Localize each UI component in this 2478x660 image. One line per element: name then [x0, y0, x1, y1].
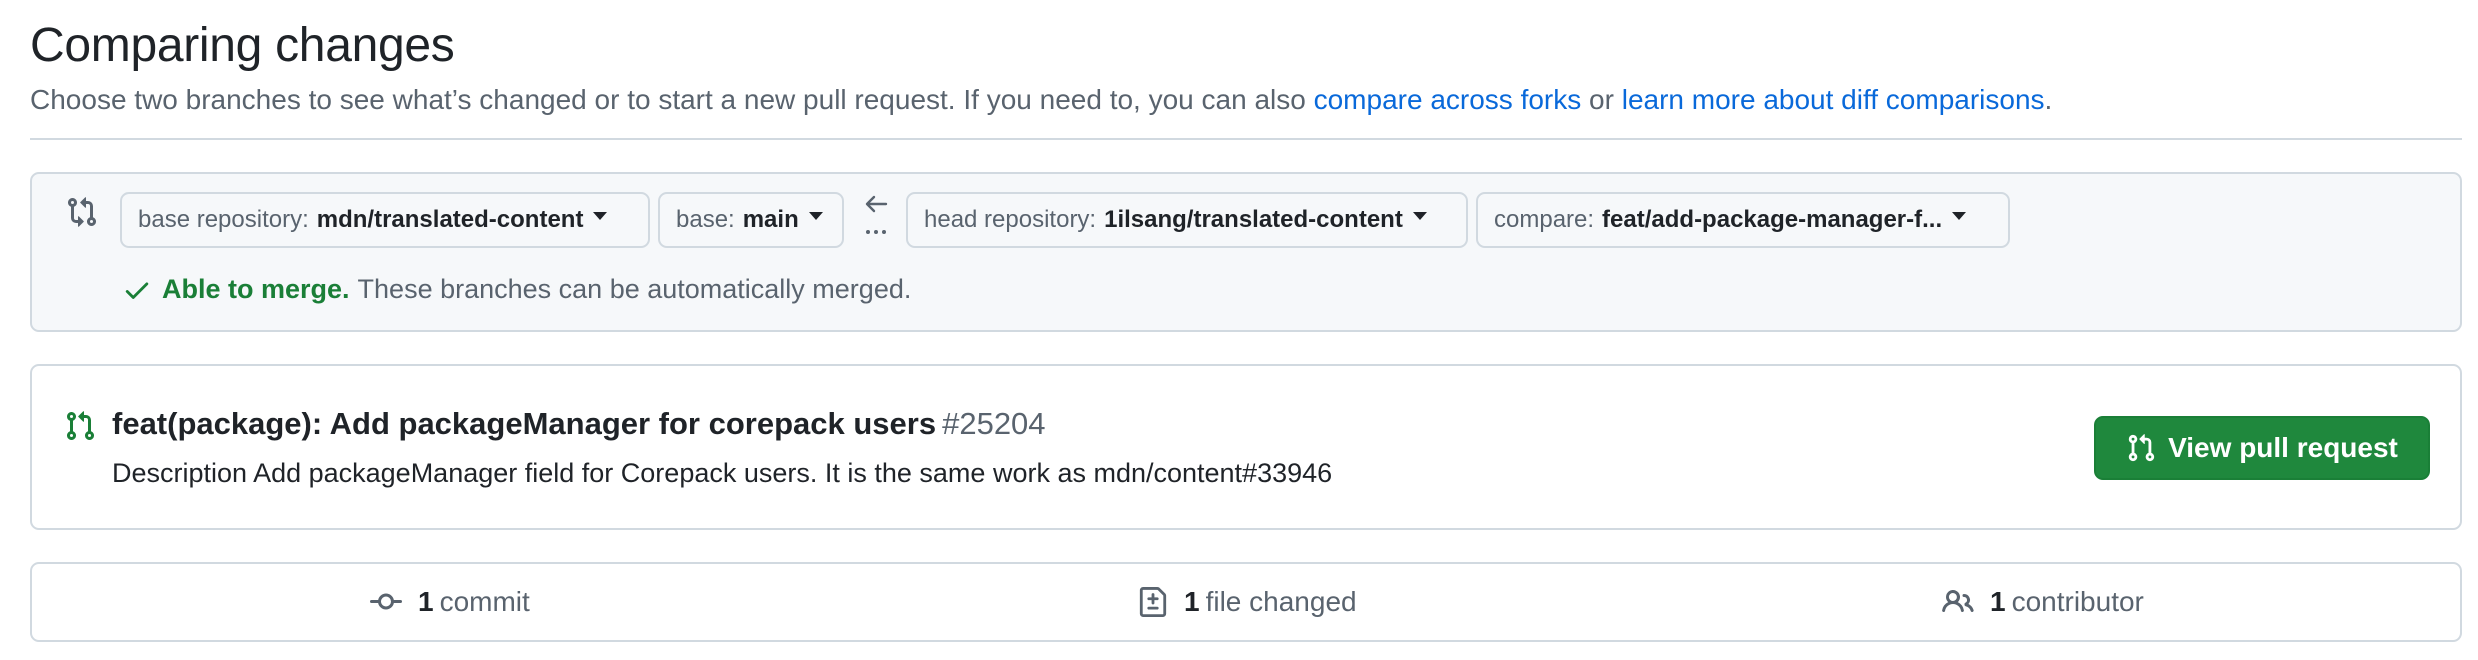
view-pull-request-button[interactable]: View pull request — [2094, 416, 2430, 480]
commits-stat[interactable]: 1 commit — [370, 564, 530, 640]
git-commit-icon — [370, 593, 402, 610]
base-branch-select[interactable]: base: main — [658, 192, 844, 248]
files-count: 1 — [1184, 586, 1200, 617]
contributors-label: contributor — [2011, 586, 2144, 617]
people-icon — [1942, 589, 1974, 613]
learn-diff-comparisons-link[interactable]: learn more about diff comparisons — [1622, 84, 2045, 115]
check-icon — [125, 282, 149, 299]
compare-branch-label: compare: — [1494, 206, 1595, 233]
git-compare-icon — [68, 197, 97, 227]
base-branch-value: main — [742, 206, 799, 233]
pull-request-description: Description Add packageManager field for… — [112, 458, 1333, 488]
files-changed-stat[interactable]: 1 file changed — [1138, 564, 1357, 640]
header-divider — [30, 138, 2462, 140]
merge-ok-text: Able to merge. — [162, 274, 350, 304]
compare-across-forks-link[interactable]: compare across forks — [1314, 84, 1582, 115]
base-branch-label: base: — [676, 206, 735, 233]
base-repository-label: base repository: — [138, 206, 309, 233]
pull-request-title[interactable]: feat(package): Add packageManager for co… — [112, 406, 1046, 442]
contributors-stat[interactable]: 1 contributor — [1942, 564, 2144, 640]
chevron-down-icon — [1412, 212, 1427, 220]
base-repository-value: mdn/translated-content — [316, 206, 584, 233]
git-pull-request-icon — [66, 411, 95, 441]
commits-label: commit — [439, 586, 530, 617]
merge-status: Able to merge. These branches can be aut… — [122, 274, 911, 305]
view-pull-request-label: View pull request — [2168, 432, 2398, 463]
merge-message: These branches can be automatically merg… — [357, 274, 912, 304]
pull-request-number: #25204 — [942, 406, 1046, 441]
arrow-left-icon — [865, 195, 888, 234]
description-middle: or — [1581, 84, 1622, 115]
head-repository-select[interactable]: head repository: 1ilsang/translated-cont… — [906, 192, 1468, 248]
range-editor: base repository: mdn/translated-content … — [30, 172, 2462, 332]
contributors-count: 1 — [1990, 586, 2006, 617]
chevron-down-icon — [808, 212, 823, 220]
comparison-stats: 1 commit 1 file changed 1 contributor — [30, 562, 2462, 642]
compare-branch-value: feat/add-package-manager-f... — [1602, 206, 1943, 233]
file-diff-icon — [1139, 587, 1167, 617]
description-suffix: . — [2044, 84, 2053, 115]
existing-pull-request: feat(package): Add packageManager for co… — [30, 364, 2462, 530]
commits-count: 1 — [418, 586, 434, 617]
chevron-down-icon — [593, 212, 608, 220]
files-label: file changed — [1205, 586, 1357, 617]
compare-branch-select[interactable]: compare: feat/add-package-manager-f... — [1476, 192, 2010, 248]
page-description: Choose two branches to see what’s change… — [30, 84, 2052, 116]
head-repository-value: 1ilsang/translated-content — [1104, 206, 1403, 233]
page-title: Comparing changes — [30, 19, 455, 72]
chevron-down-icon — [1952, 212, 1967, 220]
pull-request-title-text: feat(package): Add packageManager for co… — [112, 406, 937, 441]
git-pull-request-icon — [2128, 434, 2155, 462]
base-repository-select[interactable]: base repository: mdn/translated-content — [120, 192, 650, 248]
description-prefix: Choose two branches to see what’s change… — [30, 84, 1314, 115]
head-repository-label: head repository: — [924, 206, 1097, 233]
